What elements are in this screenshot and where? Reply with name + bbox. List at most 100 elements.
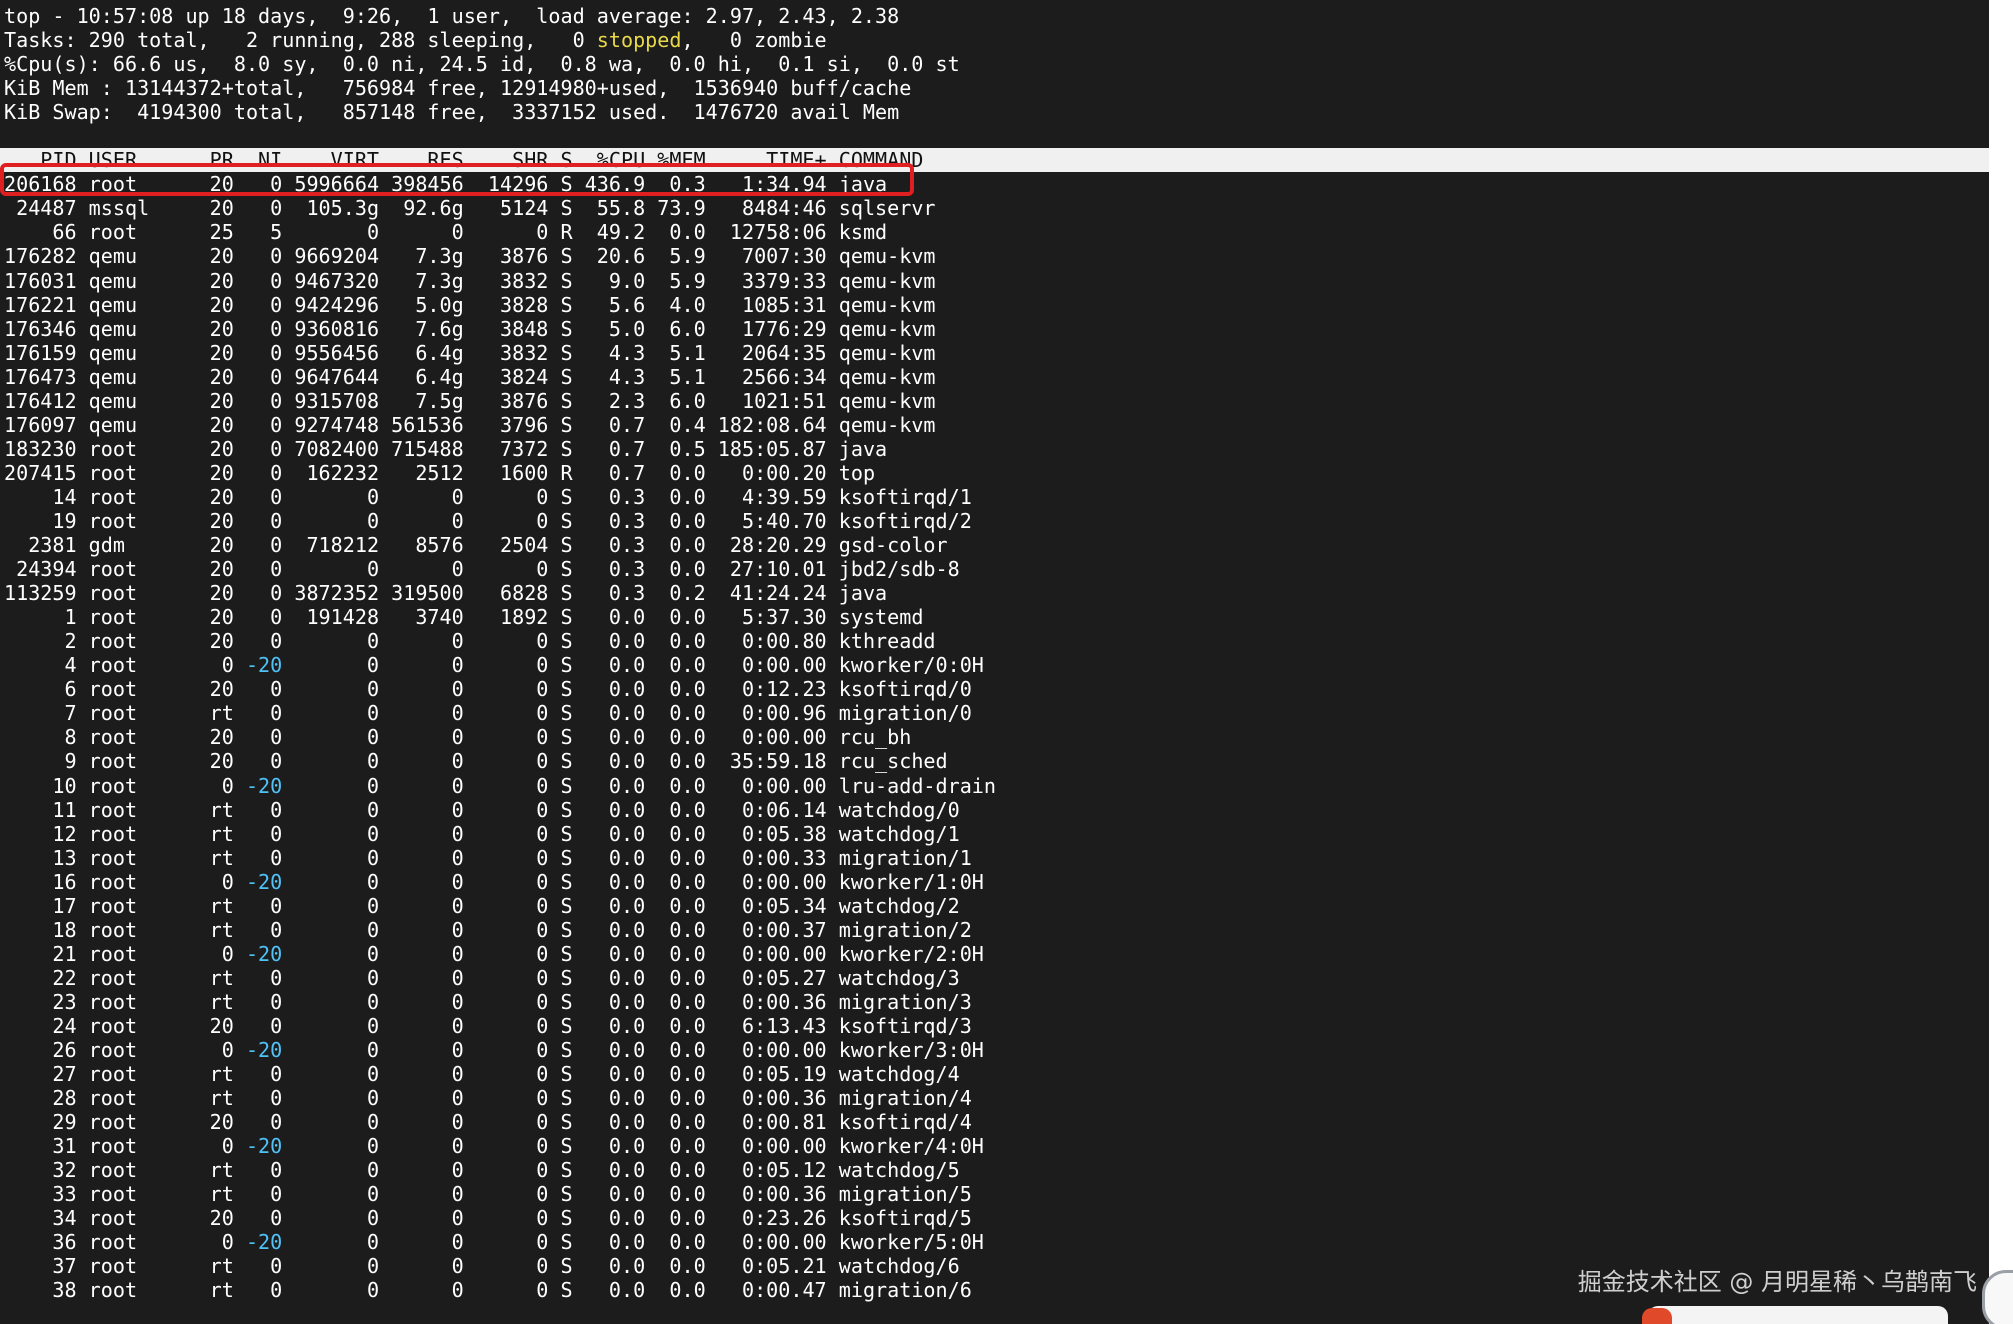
process-table-body: 206168 root 20 0 5996664 398456 14296 S … (4, 172, 1989, 1302)
process-row-suffix: 0 0 0 S 0.0 0.0 0:00.00 kworker/4:0H (282, 1134, 984, 1159)
process-row-nice: 0 (270, 989, 283, 1014)
process-row-prefix: 183230 root 20 (4, 436, 271, 461)
process-row-nice: 0 (270, 1206, 283, 1231)
process-row: 18 root rt 0 0 0 0 S 0.0 0.0 0:00.37 mig… (4, 918, 1989, 942)
process-row-suffix: 0 0 0 S 0.0 0.0 0:00.80 kthreadd (282, 629, 936, 654)
process-row: 2381 gdm 20 0 718212 8576 2504 S 0.3 0.0… (4, 533, 1989, 557)
process-row-suffix: 0 0 0 S 0.0 0.0 0:00.00 kworker/1:0H (282, 869, 984, 894)
uptime-line: top - 10:57:08 up 18 days, 9:26, 1 user,… (4, 4, 900, 28)
process-row: 10 root 0 -20 0 0 0 S 0.0 0.0 0:00.00 lr… (4, 774, 1989, 798)
process-row-prefix: 7 root rt (4, 701, 271, 726)
process-row-prefix: 17 root rt (4, 893, 271, 918)
tasks-stopped-label: stopped (596, 28, 682, 53)
process-row: 2 root 20 0 0 0 0 S 0.0 0.0 0:00.80 kthr… (4, 629, 1989, 653)
process-row-suffix: 0 0 0 S 0.0 0.0 0:00.37 migration/2 (282, 917, 972, 942)
process-row-suffix: 0 0 0 S 0.0 0.0 0:05.34 watchdog/2 (282, 893, 960, 918)
process-row-nice: 0 (270, 605, 283, 630)
process-row-suffix: 0 0 0 S 0.0 0.0 0:00.36 migration/4 (282, 1086, 972, 1111)
corner-widget-icon[interactable] (1982, 1270, 2013, 1324)
process-row-suffix: 0 0 0 S 0.0 0.0 0:05.12 watchdog/5 (282, 1158, 960, 1183)
process-row: 22 root rt 0 0 0 0 S 0.0 0.0 0:05.27 wat… (4, 966, 1989, 990)
process-row-nice: 0 (270, 965, 283, 990)
process-row-prefix: 66 root 25 (4, 220, 271, 245)
process-row-prefix: 31 root 0 (4, 1134, 246, 1159)
process-row-prefix: 176282 qemu 20 (4, 244, 271, 269)
process-row-prefix: 18 root rt (4, 917, 271, 942)
process-row: 176282 qemu 20 0 9669204 7.3g 3876 S 20.… (4, 244, 1989, 268)
process-row-nice: 0 (270, 845, 283, 870)
process-row-nice: 0 (270, 893, 283, 918)
process-row: 32 root rt 0 0 0 0 S 0.0 0.0 0:05.12 wat… (4, 1158, 1989, 1182)
process-row-suffix: 0 0 0 S 0.0 0.0 0:05.27 watchdog/3 (282, 965, 960, 990)
process-row-prefix: 11 root rt (4, 797, 271, 822)
process-row-nice: 0 (270, 388, 283, 413)
process-row: 6 root 20 0 0 0 0 S 0.0 0.0 0:12.23 ksof… (4, 677, 1989, 701)
process-row-prefix: 38 root rt (4, 1278, 271, 1303)
process-row: 176473 qemu 20 0 9647644 6.4g 3824 S 4.3… (4, 365, 1989, 389)
process-row-prefix: 32 root rt (4, 1158, 271, 1183)
process-row-prefix: 206168 root 20 (4, 172, 271, 197)
process-row: 24487 mssql 20 0 105.3g 92.6g 5124 S 55.… (4, 196, 1989, 220)
process-row-prefix: 2 root 20 (4, 629, 271, 654)
process-row-suffix: 0 0 0 S 0.0 0.0 0:05.21 watchdog/6 (282, 1254, 960, 1279)
process-row: 176412 qemu 20 0 9315708 7.5g 3876 S 2.3… (4, 389, 1989, 413)
terminal-scrollbar[interactable] (1989, 0, 2013, 1324)
process-row-prefix: 176412 qemu 20 (4, 388, 271, 413)
process-row-nice: 0 (270, 533, 283, 558)
process-row: 1 root 20 0 191428 3740 1892 S 0.0 0.0 5… (4, 605, 1989, 629)
process-row-nice: 0 (270, 797, 283, 822)
process-row-nice: 0 (270, 292, 283, 317)
process-row-prefix: 37 root rt (4, 1254, 271, 1279)
process-row: 36 root 0 -20 0 0 0 S 0.0 0.0 0:00.00 kw… (4, 1230, 1989, 1254)
process-row-prefix: 23 root rt (4, 989, 271, 1014)
process-row-prefix: 14 root 20 (4, 484, 271, 509)
bottom-decoration (1642, 1306, 1948, 1324)
process-row-prefix: 24487 mssql 20 (4, 196, 271, 221)
process-row-nice: 0 (270, 172, 283, 197)
process-row-nice: 0 (270, 725, 283, 750)
process-row: 176346 qemu 20 0 9360816 7.6g 3848 S 5.0… (4, 317, 1989, 341)
process-row-suffix: 0 0 0 S 0.0 0.0 0:05.19 watchdog/4 (282, 1062, 960, 1087)
process-row-suffix: 0 0 0 S 0.0 0.0 0:00.00 kworker/5:0H (282, 1230, 984, 1255)
process-row-suffix: 105.3g 92.6g 5124 S 55.8 73.9 8484:46 sq… (282, 196, 936, 221)
process-row-prefix: 1 root 20 (4, 605, 271, 630)
process-row-prefix: 176097 qemu 20 (4, 412, 271, 437)
process-row: 33 root rt 0 0 0 0 S 0.0 0.0 0:00.36 mig… (4, 1182, 1989, 1206)
process-row-nice: 0 (270, 557, 283, 582)
process-row-suffix: 0 0 0 S 0.0 0.0 0:00.00 kworker/3:0H (282, 1038, 984, 1063)
process-row: 31 root 0 -20 0 0 0 S 0.0 0.0 0:00.00 kw… (4, 1134, 1989, 1158)
process-row-prefix: 24394 root 20 (4, 557, 271, 582)
process-row: 66 root 25 5 0 0 0 R 49.2 0.0 12758:06 k… (4, 220, 1989, 244)
process-row-nice: 0 (270, 340, 283, 365)
process-row-suffix: 0 0 0 S 0.0 0.0 0:12.23 ksoftirqd/0 (282, 677, 972, 702)
process-row-nice: -20 (245, 653, 283, 678)
mem-line: KiB Mem : 13144372+total, 756984 free, 1… (4, 76, 912, 101)
process-row-suffix: 9669204 7.3g 3876 S 20.6 5.9 7007:30 qem… (282, 244, 936, 269)
process-row-suffix: 0 0 0 S 0.0 0.0 0:00.47 migration/6 (282, 1278, 972, 1303)
process-row-suffix: 0 0 0 S 0.0 0.0 0:00.00 lru-add-drain (282, 773, 996, 798)
process-row-prefix: 33 root rt (4, 1182, 271, 1207)
process-row-suffix: 3872352 319500 6828 S 0.3 0.2 41:24.24 j… (282, 581, 888, 606)
terminal-output[interactable]: top - 10:57:08 up 18 days, 9:26, 1 user,… (0, 4, 1989, 1303)
process-row-suffix: 0 0 0 S 0.0 0.0 0:05.38 watchdog/1 (282, 821, 960, 846)
process-row: 176031 qemu 20 0 9467320 7.3g 3832 S 9.0… (4, 269, 1989, 293)
process-row-prefix: 36 root 0 (4, 1230, 246, 1255)
process-row: 11 root rt 0 0 0 0 S 0.0 0.0 0:06.14 wat… (4, 798, 1989, 822)
process-row-prefix: 176221 qemu 20 (4, 292, 271, 317)
process-row: 176221 qemu 20 0 9424296 5.0g 3828 S 5.6… (4, 293, 1989, 317)
process-row-nice: 0 (270, 364, 283, 389)
process-row: 206168 root 20 0 5996664 398456 14296 S … (4, 172, 1989, 196)
process-row-prefix: 27 root rt (4, 1062, 271, 1087)
process-row-nice: 0 (270, 749, 283, 774)
process-row-nice: 0 (270, 484, 283, 509)
process-row-prefix: 19 root 20 (4, 508, 271, 533)
process-row-nice: 0 (270, 1254, 283, 1279)
process-row: 34 root 20 0 0 0 0 S 0.0 0.0 0:23.26 kso… (4, 1206, 1989, 1230)
process-row-suffix: 9274748 561536 3796 S 0.7 0.4 182:08.64 … (282, 412, 936, 437)
process-row-prefix: 12 root rt (4, 821, 271, 846)
process-row-prefix: 176159 qemu 20 (4, 340, 271, 365)
process-row-suffix: 0 0 0 S 0.0 0.0 0:00.00 kworker/2:0H (282, 941, 984, 966)
process-row-suffix: 191428 3740 1892 S 0.0 0.0 5:37.30 syste… (282, 605, 924, 630)
process-row-prefix: 21 root 0 (4, 941, 246, 966)
